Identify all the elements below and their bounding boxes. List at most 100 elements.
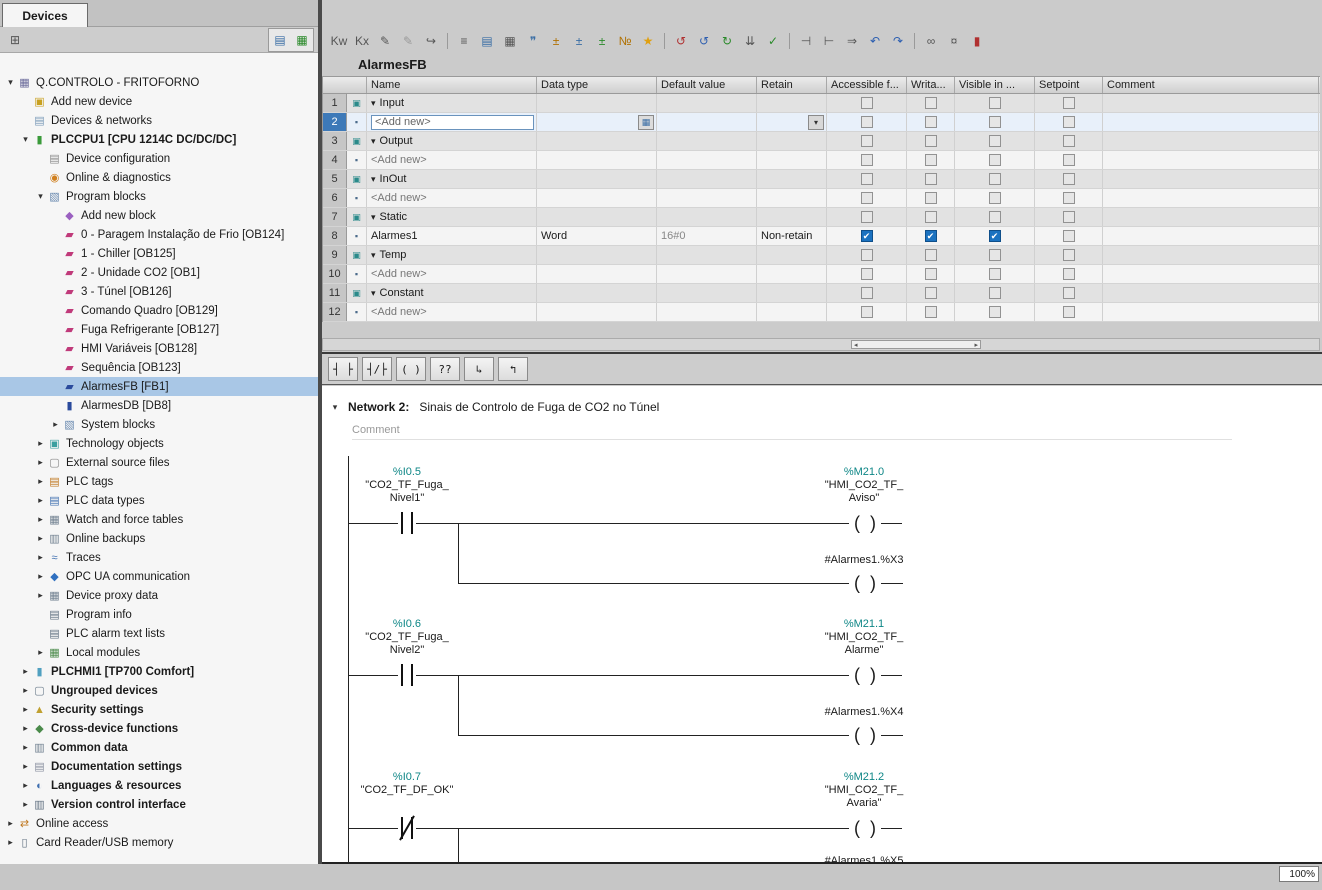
comment-cell[interactable]: [1103, 227, 1319, 245]
default-value-cell[interactable]: [657, 246, 757, 264]
operand-address[interactable]: %I0.7: [325, 771, 489, 784]
chevron-right-icon[interactable]: ▸: [19, 666, 32, 677]
network-collapse-icon[interactable]: ▾: [322, 402, 348, 413]
datatype-cell[interactable]: [537, 284, 657, 302]
tree-item[interactable]: ▤Program info: [0, 605, 318, 624]
checkbox[interactable]: [925, 135, 937, 147]
section-collapse-icon[interactable]: ▾: [371, 250, 376, 261]
chevron-down-icon[interactable]: ▾: [34, 191, 47, 202]
datatype-cell[interactable]: [537, 265, 657, 283]
checkbox[interactable]: [989, 249, 1001, 261]
branch-coil-operand[interactable]: #Alarmes1.%X3: [766, 554, 962, 567]
coil-icon[interactable]: ( ): [849, 722, 881, 748]
operand-address[interactable]: %M21.0: [766, 466, 962, 479]
retain-cell[interactable]: [757, 132, 827, 150]
tree-item[interactable]: ▸▮PLCHMI1 [TP700 Comfort]: [0, 662, 318, 681]
consistency-check-icon[interactable]: ✓: [762, 30, 784, 52]
checkbox[interactable]: [989, 192, 1001, 204]
modify-operand-icon[interactable]: ±: [591, 30, 613, 52]
retain-cell[interactable]: [757, 208, 827, 226]
rewire-tag-icon[interactable]: ↪: [420, 30, 442, 52]
tree-item[interactable]: ▸◆OPC UA communication: [0, 567, 318, 586]
retain-cell[interactable]: [757, 284, 827, 302]
datatype-cell[interactable]: [537, 151, 657, 169]
tree-item[interactable]: ▾▮PLCCPU1 [CPU 1214C DC/DC/DC]: [0, 130, 318, 149]
checkbox[interactable]: [925, 211, 937, 223]
comment-cell[interactable]: [1103, 113, 1319, 131]
datatype-cell[interactable]: Word: [537, 227, 657, 245]
default-value-cell[interactable]: 16#0: [657, 227, 757, 245]
datatype-cell[interactable]: [537, 208, 657, 226]
tree-item[interactable]: ▰3 - Túnel [OB126]: [0, 282, 318, 301]
comment-cell[interactable]: [1103, 94, 1319, 112]
retain-cell[interactable]: [757, 170, 827, 188]
no-contact-icon[interactable]: [398, 664, 416, 686]
chevron-right-icon[interactable]: ▸: [34, 457, 47, 468]
coil-icon[interactable]: ( ): [849, 815, 881, 841]
define-tag-icon[interactable]: ✎: [397, 30, 419, 52]
chevron-right-icon[interactable]: ▸: [19, 704, 32, 715]
name-cell[interactable]: ▾Temp: [367, 246, 537, 264]
interface-visibility-icon[interactable]: ▤: [476, 30, 498, 52]
comment-cell[interactable]: [1103, 208, 1319, 226]
tree-item[interactable]: ▸▦Watch and force tables: [0, 510, 318, 529]
chevron-right-icon[interactable]: ▸: [34, 552, 47, 563]
ladder-layout-icon[interactable]: ▦: [499, 30, 521, 52]
name-cell[interactable]: Alarmes1: [367, 227, 537, 245]
chevron-right-icon[interactable]: ▸: [34, 495, 47, 506]
tree-item[interactable]: ▸▤PLC data types: [0, 491, 318, 510]
name-cell[interactable]: ▾InOut: [367, 170, 537, 188]
checkbox[interactable]: [861, 116, 873, 128]
operand-name[interactable]: Aviso": [766, 492, 962, 505]
name-cell[interactable]: <Add new>: [367, 151, 537, 169]
default-value-cell[interactable]: [657, 303, 757, 321]
checkbox[interactable]: [989, 173, 1001, 185]
checkbox[interactable]: [925, 249, 937, 261]
chevron-right-icon[interactable]: ▸: [19, 780, 32, 791]
chevron-right-icon[interactable]: ▸: [34, 476, 47, 487]
remove-box-input-icon[interactable]: ±: [568, 30, 590, 52]
retain-cell[interactable]: [757, 303, 827, 321]
checkbox[interactable]: [989, 211, 1001, 223]
chevron-right-icon[interactable]: ▸: [49, 419, 62, 430]
retain-cell[interactable]: [757, 151, 827, 169]
default-value-cell[interactable]: [657, 170, 757, 188]
checkbox[interactable]: [861, 135, 873, 147]
coil-operand[interactable]: %M21.1 "HMI_CO2_TF_ Alarme": [766, 618, 962, 657]
checkbox[interactable]: [1063, 249, 1075, 261]
checkbox[interactable]: [1063, 192, 1075, 204]
retain-cell[interactable]: Non-retain: [757, 227, 827, 245]
coil-icon[interactable]: ( ): [849, 662, 881, 688]
column-header[interactable]: Comment: [1103, 77, 1319, 93]
checkbox[interactable]: [925, 116, 937, 128]
default-value-cell[interactable]: [657, 284, 757, 302]
checkbox[interactable]: [989, 306, 1001, 318]
operand-name[interactable]: Nivel1": [325, 492, 489, 505]
go-online-icon[interactable]: ↺: [670, 30, 692, 52]
tree-item[interactable]: ▸▲Security settings: [0, 700, 318, 719]
datatype-cell[interactable]: [537, 189, 657, 207]
keep-actual-values-icon[interactable]: Kw: [328, 30, 350, 52]
checkbox[interactable]: [1063, 173, 1075, 185]
chevron-right-icon[interactable]: ▸: [34, 514, 47, 525]
expanded-mode-icon[interactable]: ≡: [453, 30, 475, 52]
checkbox[interactable]: [989, 154, 1001, 166]
checkbox[interactable]: [925, 97, 937, 109]
tree-item[interactable]: ▰2 - Unidade CO2 [OB1]: [0, 263, 318, 282]
checkbox[interactable]: [989, 287, 1001, 299]
contact-operand[interactable]: %I0.6 "CO2_TF_Fuga_ Nivel2": [325, 618, 489, 657]
name-cell[interactable]: <Add new>: [367, 189, 537, 207]
retain-cell[interactable]: ▾: [757, 113, 827, 131]
checkbox[interactable]: [1063, 154, 1075, 166]
operand-address[interactable]: %I0.6: [325, 618, 489, 631]
branch-coil-operand[interactable]: #Alarmes1.%X5: [766, 855, 962, 862]
coil-button[interactable]: ( ): [396, 357, 426, 381]
checkbox[interactable]: [861, 306, 873, 318]
branch-coil-operand[interactable]: #Alarmes1.%X4: [766, 706, 962, 719]
section-collapse-icon[interactable]: ▾: [371, 136, 376, 147]
operand-name[interactable]: "HMI_CO2_TF_: [766, 784, 962, 797]
operand-address[interactable]: %I0.5: [325, 466, 489, 479]
checkbox[interactable]: [925, 154, 937, 166]
checkbox[interactable]: [925, 192, 937, 204]
tree-item[interactable]: ◆Add new block: [0, 206, 318, 225]
